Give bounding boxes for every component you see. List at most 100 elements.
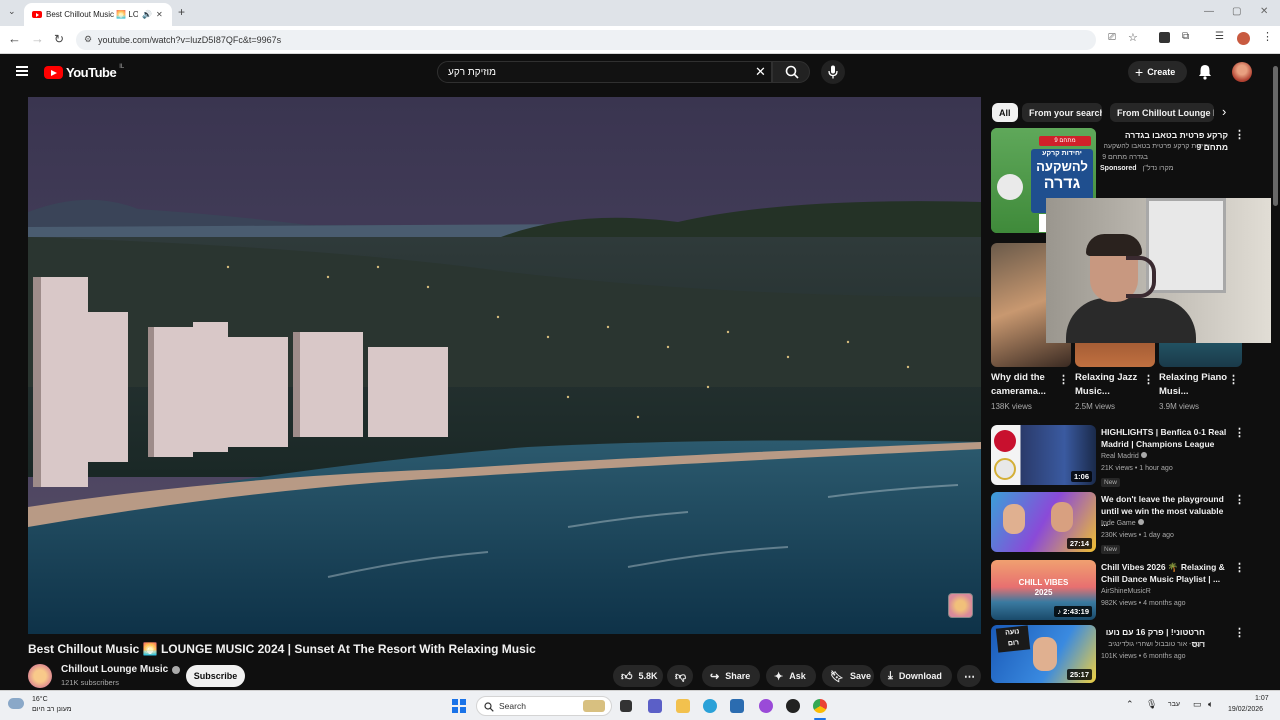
profile-avatar-icon[interactable] (1237, 32, 1250, 45)
window-close-icon[interactable]: ✕ (1260, 6, 1268, 17)
scrollbar-thumb[interactable] (1273, 66, 1278, 206)
short-title-2[interactable]: Relaxing Jazz Music... (1075, 371, 1147, 399)
rec-more-icon-4[interactable]: ⋮ (1234, 626, 1245, 639)
language-indicator[interactable]: עבר (1168, 701, 1180, 708)
rec-thumbnail-4[interactable]: נועה רום 25:17 (991, 625, 1096, 683)
rec-channel-2[interactable]: Inde Game (1101, 518, 1144, 530)
extension-icon[interactable] (1159, 32, 1170, 43)
short-title-3[interactable]: Relaxing Piano Musi... (1159, 371, 1231, 399)
real-madrid-crest-icon (994, 458, 1016, 480)
task-view-icon[interactable] (620, 700, 632, 712)
plus-icon: + (1135, 64, 1144, 80)
youtube-logo[interactable]: YouTube IL (44, 64, 124, 80)
share-button[interactable]: ↪ Share (702, 665, 760, 687)
page-scrollbar[interactable] (1271, 54, 1280, 690)
person-face-icon (1051, 502, 1073, 532)
forward-icon[interactable]: → (31, 32, 44, 46)
create-button[interactable]: + Create (1128, 61, 1187, 83)
video-player[interactable] (28, 97, 981, 634)
short-views-2: 2.5M views (1075, 402, 1116, 411)
channel-name[interactable]: Chillout Lounge Music (61, 664, 181, 675)
tab-list-chevron-icon[interactable]: ⌄ (8, 6, 16, 17)
channel-watermark[interactable] (948, 593, 973, 618)
download-label: Download (898, 671, 942, 681)
browser-menu-icon[interactable]: ⋮ (1262, 30, 1273, 43)
display-tray-icon[interactable]: ▭ (1193, 699, 1202, 710)
download-button[interactable]: ⤓ Download (880, 665, 952, 687)
audio-playing-icon[interactable]: 🔊 (142, 10, 152, 19)
weather-widget[interactable]: 16°C מעונן רב היום (8, 695, 88, 717)
rec-more-icon-1[interactable]: ⋮ (1234, 426, 1245, 439)
cloud-sun-icon (8, 698, 24, 709)
reading-list-icon[interactable]: ☰ (1215, 31, 1224, 42)
extensions-puzzle-icon[interactable]: ⧉ (1182, 31, 1189, 42)
ad-banner: מתחם 9 (1039, 136, 1091, 146)
browser-toolbar: ← → ↻ ⚙ youtube.com/watch?v=luzD5I87QFc&… (0, 26, 1280, 54)
like-button[interactable]: 👍︎ 5.8K (613, 665, 663, 687)
rec-channel-3[interactable]: AirShineMusicR (1101, 586, 1151, 598)
file-explorer-icon[interactable] (676, 699, 690, 713)
store-icon[interactable] (730, 699, 744, 713)
ask-button[interactable]: ✦ Ask (766, 665, 816, 687)
chip-from-your-search[interactable]: From your search (1022, 103, 1102, 122)
reload-icon[interactable]: ↻ (54, 32, 64, 46)
short-more-icon-2[interactable]: ⋮ (1143, 373, 1154, 386)
person-face-icon (1033, 637, 1057, 671)
ad-text-3: גדרה (1043, 175, 1081, 192)
rec-title-1[interactable]: HIGHLIGHTS | Benfica 0-1 Real Madrid | C… (1101, 426, 1229, 450)
rec-thumbnail-1[interactable]: 1:06 (991, 425, 1096, 485)
cast-icon[interactable]: ⎚ (1108, 32, 1116, 43)
windows-start-icon[interactable] (452, 699, 466, 713)
tab-active[interactable]: Best Chillout Music 🌅 LOU 🔊 ✕ (24, 3, 172, 26)
rec-channel-1[interactable]: Real Madrid (1101, 451, 1147, 463)
bookmark-star-icon[interactable]: ☆ (1128, 31, 1138, 44)
rec-channel-4[interactable]: דוקי - אור טובבול ושחרי גולדינגיב (1101, 639, 1205, 651)
tab-close-icon[interactable]: ✕ (156, 10, 163, 19)
search-button[interactable] (772, 61, 810, 83)
maximize-icon[interactable]: ▢ (1232, 6, 1241, 17)
chrome-icon[interactable] (813, 699, 827, 713)
rec-thumbnail-2[interactable]: 27:14 (991, 492, 1096, 552)
taskbar-search-label: Search (499, 701, 526, 711)
teams-icon[interactable] (648, 699, 662, 713)
minimize-icon[interactable]: — (1204, 6, 1214, 17)
address-bar[interactable]: ⚙ youtube.com/watch?v=luzD5I87QFc&t=9967… (76, 30, 1096, 50)
menu-hamburger-icon[interactable] (16, 66, 28, 76)
rec-title-3[interactable]: Chill Vibes 2026 🌴 Relaxing & Chill Danc… (1101, 561, 1231, 585)
account-avatar[interactable] (1232, 62, 1252, 82)
dislike-button[interactable]: 👎︎ (667, 665, 693, 687)
rec-thumbnail-3[interactable]: CHILL VIBES 2025 ♪ 2:43:19 (991, 560, 1096, 620)
edge-icon[interactable] (703, 699, 717, 713)
messenger-icon[interactable] (759, 699, 773, 713)
microphone-tray-icon[interactable]: 🎙︎ (1146, 699, 1157, 710)
more-actions-button[interactable]: ⋯ (957, 665, 981, 687)
show-hidden-icons-icon[interactable]: ⌃ (1126, 699, 1134, 710)
back-icon[interactable]: ← (8, 32, 21, 46)
chip-all[interactable]: All (992, 103, 1018, 122)
taskbar-search[interactable]: Search (476, 696, 612, 716)
logo-text: YouTube (66, 65, 117, 80)
short-title-1[interactable]: Why did the camerama... (991, 371, 1063, 399)
save-label: Save (849, 671, 871, 681)
clear-search-icon[interactable]: ✕ (755, 64, 766, 80)
chip-from-channel[interactable]: From Chillout Lounge M (1110, 103, 1214, 122)
notifications-bell-icon[interactable] (1198, 64, 1212, 80)
site-info-icon[interactable]: ⚙ (84, 34, 92, 45)
app-icon[interactable] (786, 699, 800, 713)
new-tab-icon[interactable]: + (178, 5, 185, 19)
short-more-icon-1[interactable]: ⋮ (1058, 373, 1069, 386)
search-input[interactable]: מוזיקת רקע (437, 61, 772, 83)
channel-avatar[interactable] (28, 664, 52, 688)
sparkle-icon: ✦ (774, 670, 784, 683)
rec-more-icon-3[interactable]: ⋮ (1234, 561, 1245, 574)
save-button[interactable]: 🔖︎ Save (822, 665, 874, 687)
voice-search-button[interactable] (821, 60, 845, 84)
sponsored-more-icon[interactable]: ⋮ (1234, 128, 1245, 141)
clock-time[interactable]: 1:07 (1255, 695, 1269, 702)
chips-next-chevron-icon[interactable]: › (1222, 104, 1226, 119)
volume-icon[interactable]: 🔈︎ (1208, 699, 1213, 710)
clock-date[interactable]: 19/02/2026 (1228, 706, 1263, 713)
rec-more-icon-2[interactable]: ⋮ (1234, 493, 1245, 506)
subscribe-button[interactable]: Subscribe (186, 665, 245, 687)
short-more-icon-3[interactable]: ⋮ (1228, 373, 1239, 386)
